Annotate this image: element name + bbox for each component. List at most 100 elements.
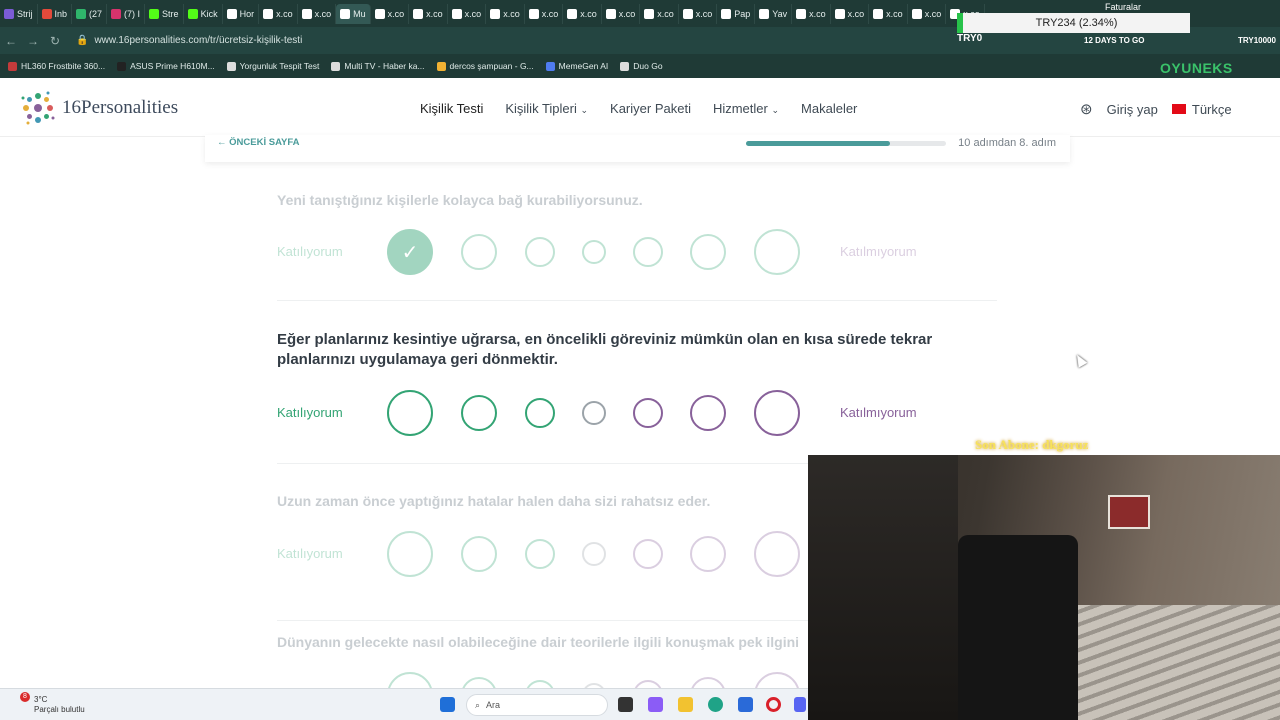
- browser-tab[interactable]: x.co: [640, 3, 679, 24]
- weather-condition: Parçalı bulutlu: [34, 705, 85, 714]
- browser-tab[interactable]: x.co: [298, 3, 337, 24]
- discord-icon[interactable]: [794, 697, 806, 712]
- opera-icon[interactable]: [766, 697, 781, 712]
- browser-tab[interactable]: x.co: [679, 3, 718, 24]
- site-logo[interactable]: 16Personalities: [20, 90, 178, 126]
- nav-kisilik-tipleri[interactable]: Kişilik Tipleri ⌄: [505, 101, 588, 116]
- answer-option[interactable]: [690, 395, 726, 431]
- tab-favicon-icon: [111, 8, 122, 19]
- answer-option[interactable]: [461, 234, 497, 270]
- answer-option[interactable]: [690, 234, 726, 270]
- bookmark-item[interactable]: Multi TV - Haber ka...: [331, 61, 425, 71]
- tab-label: Mu: [353, 8, 366, 19]
- browser-tab[interactable]: x.co: [448, 3, 487, 24]
- mouse-cursor: [1072, 352, 1088, 368]
- bookmark-item[interactable]: MemeGen AI: [545, 61, 608, 71]
- answer-option[interactable]: [754, 390, 800, 436]
- temperature: 3°C: [34, 695, 48, 704]
- answer-option[interactable]: [387, 531, 433, 577]
- browser-tab[interactable]: x.co: [908, 3, 947, 24]
- nav-hizmetler[interactable]: Hizmetler ⌄: [713, 101, 779, 116]
- edge-icon[interactable]: [708, 697, 723, 712]
- browser-tab[interactable]: x.co: [525, 3, 564, 24]
- browser-tab[interactable]: Kick: [184, 3, 223, 24]
- answer-option[interactable]: ✓: [387, 229, 433, 275]
- browser-tab[interactable]: Strij: [0, 3, 38, 24]
- answer-option[interactable]: [690, 536, 726, 572]
- answer-option[interactable]: [582, 542, 606, 566]
- nav-kisilik-testi[interactable]: Kişilik Testi: [420, 101, 483, 116]
- tab-favicon-icon: [682, 8, 693, 19]
- tab-label: Strij: [17, 8, 33, 19]
- tab-favicon-icon: [374, 8, 385, 19]
- browser-tab[interactable]: Hor: [223, 3, 260, 24]
- back-icon[interactable]: ←: [0, 34, 22, 48]
- file-explorer-icon[interactable]: [678, 697, 693, 712]
- tab-label: x.co: [657, 8, 674, 19]
- accessibility-icon[interactable]: ⊛: [1080, 100, 1093, 118]
- tab-label: x.co: [809, 8, 826, 19]
- browser-tab[interactable]: x.co: [259, 3, 298, 24]
- agree-label: Katılıyorum: [277, 244, 343, 259]
- answer-option[interactable]: [633, 539, 663, 569]
- forward-icon[interactable]: →: [22, 34, 44, 48]
- language-label: Türkçe: [1191, 101, 1232, 117]
- tab-favicon-icon: [528, 8, 539, 19]
- task-view-icon[interactable]: [618, 697, 633, 712]
- answer-option[interactable]: [461, 395, 497, 431]
- nav-label: Hizmetler: [712, 101, 768, 116]
- bookmark-label: dercos şampuan - G...: [449, 61, 534, 71]
- browser-tab[interactable]: Stre: [145, 3, 184, 24]
- bookmark-item[interactable]: dercos şampuan - G...: [436, 61, 534, 71]
- tab-favicon-icon: [41, 8, 52, 19]
- answer-option[interactable]: [754, 229, 800, 275]
- bookmark-icon: [8, 61, 17, 71]
- browser-tab[interactable]: x.co: [409, 3, 448, 24]
- browser-tab[interactable]: x.co: [563, 3, 602, 24]
- notification-badge: 8: [20, 692, 30, 702]
- browser-tab[interactable]: x.co: [831, 3, 870, 24]
- copilot-icon[interactable]: [648, 697, 663, 712]
- browser-tab[interactable]: x.co: [371, 3, 410, 24]
- previous-page-button[interactable]: ← ÖNCEKİ SAYFA: [217, 137, 300, 148]
- bookmark-item[interactable]: ASUS Prime H610M...: [117, 61, 215, 71]
- answer-option[interactable]: [525, 539, 555, 569]
- browser-tab[interactable]: x.co: [869, 3, 908, 24]
- answer-option[interactable]: [754, 531, 800, 577]
- disagree-label: Katılmıyorum: [840, 244, 917, 259]
- browser-tab[interactable]: Yav: [755, 3, 793, 24]
- login-link[interactable]: Giriş yap: [1107, 102, 1158, 117]
- tab-favicon-icon: [187, 8, 198, 19]
- answer-option[interactable]: [582, 240, 606, 264]
- previous-page-label: ÖNCEKİ SAYFA: [229, 137, 300, 148]
- answer-option[interactable]: [461, 536, 497, 572]
- store-icon[interactable]: [738, 697, 753, 712]
- windows-start-icon[interactable]: [440, 697, 455, 712]
- taskbar-search[interactable]: ⌕ Ara: [466, 694, 608, 716]
- browser-tab[interactable]: x.co: [486, 3, 525, 24]
- bookmark-item[interactable]: Duo Go: [620, 61, 663, 71]
- answer-option[interactable]: [633, 237, 663, 267]
- weather-widget[interactable]: 3°C Parçalı bulutlu: [34, 695, 85, 715]
- nav-makaleler[interactable]: Makaleler: [801, 101, 857, 116]
- browser-tab[interactable]: Mu: [336, 3, 371, 24]
- browser-tab[interactable]: x.co: [602, 3, 641, 24]
- language-selector[interactable]: Türkçe: [1171, 101, 1232, 117]
- url-field[interactable]: 🔒 www.16personalities.com/tr/ücretsiz-ki…: [76, 35, 302, 46]
- answer-option[interactable]: [633, 398, 663, 428]
- answer-option[interactable]: [525, 237, 555, 267]
- answer-option[interactable]: [582, 401, 606, 425]
- answer-option[interactable]: [387, 390, 433, 436]
- browser-tab[interactable]: x.co: [792, 3, 831, 24]
- tab-favicon-icon: [149, 8, 160, 19]
- answer-option[interactable]: [525, 398, 555, 428]
- browser-tab[interactable]: Inb: [38, 3, 73, 24]
- browser-tab[interactable]: Pap: [717, 3, 756, 24]
- bookmark-item[interactable]: Yorgunluk Tespit Test: [226, 61, 319, 71]
- browser-tab[interactable]: (27: [72, 3, 108, 24]
- bookmark-item[interactable]: HL360 Frostbite 360...: [8, 61, 105, 71]
- reload-icon[interactable]: ↻: [44, 34, 66, 48]
- browser-tab[interactable]: (7) I: [107, 3, 146, 24]
- progress-track: [746, 141, 946, 146]
- nav-kariyer-paketi[interactable]: Kariyer Paketi: [610, 101, 691, 116]
